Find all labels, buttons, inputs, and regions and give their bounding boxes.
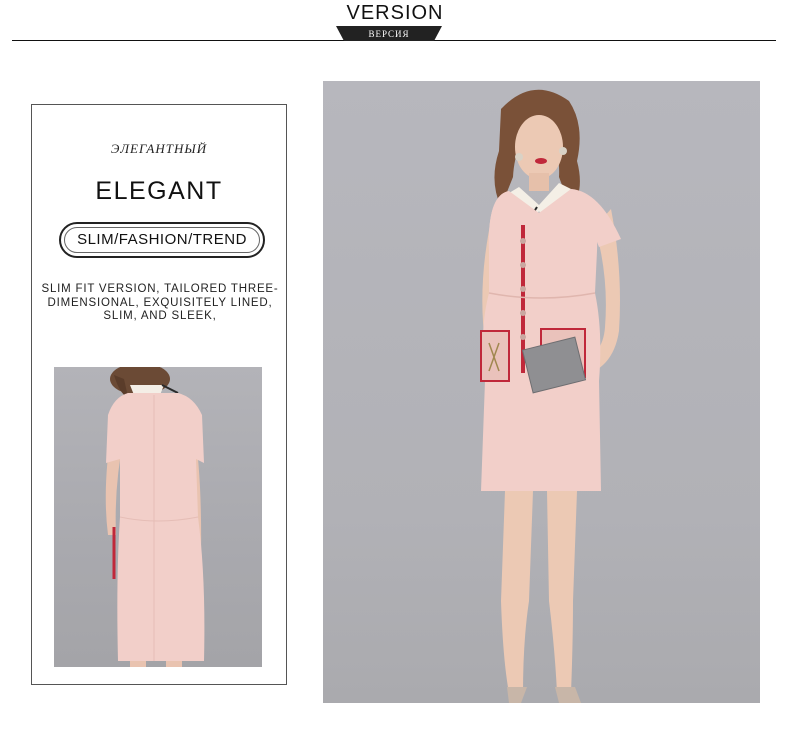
heading-elegant: ELEGANT bbox=[95, 177, 223, 205]
back-view-photo bbox=[54, 367, 262, 667]
back-view-illustration bbox=[105, 367, 205, 667]
product-description: SLIM FIT VERSION, TAILORED THREE-DIMENSI… bbox=[41, 283, 279, 322]
feature-pill-label: SLIM/FASHION/TREND bbox=[77, 231, 247, 248]
front-view-photo bbox=[323, 81, 760, 703]
subtitle-russian: ЭЛЕГАНТНЫЙ bbox=[110, 141, 208, 156]
front-view-illustration bbox=[480, 89, 621, 703]
info-card: ЭЛЕГАНТНЫЙ ELEGANT SLIM/FASHION/TREND SL… bbox=[31, 104, 287, 685]
header-tag-label: ВЕРСИЯ bbox=[368, 29, 410, 39]
section-title: VERSION bbox=[346, 2, 444, 24]
feature-pill: SLIM/FASHION/TREND bbox=[59, 222, 265, 258]
